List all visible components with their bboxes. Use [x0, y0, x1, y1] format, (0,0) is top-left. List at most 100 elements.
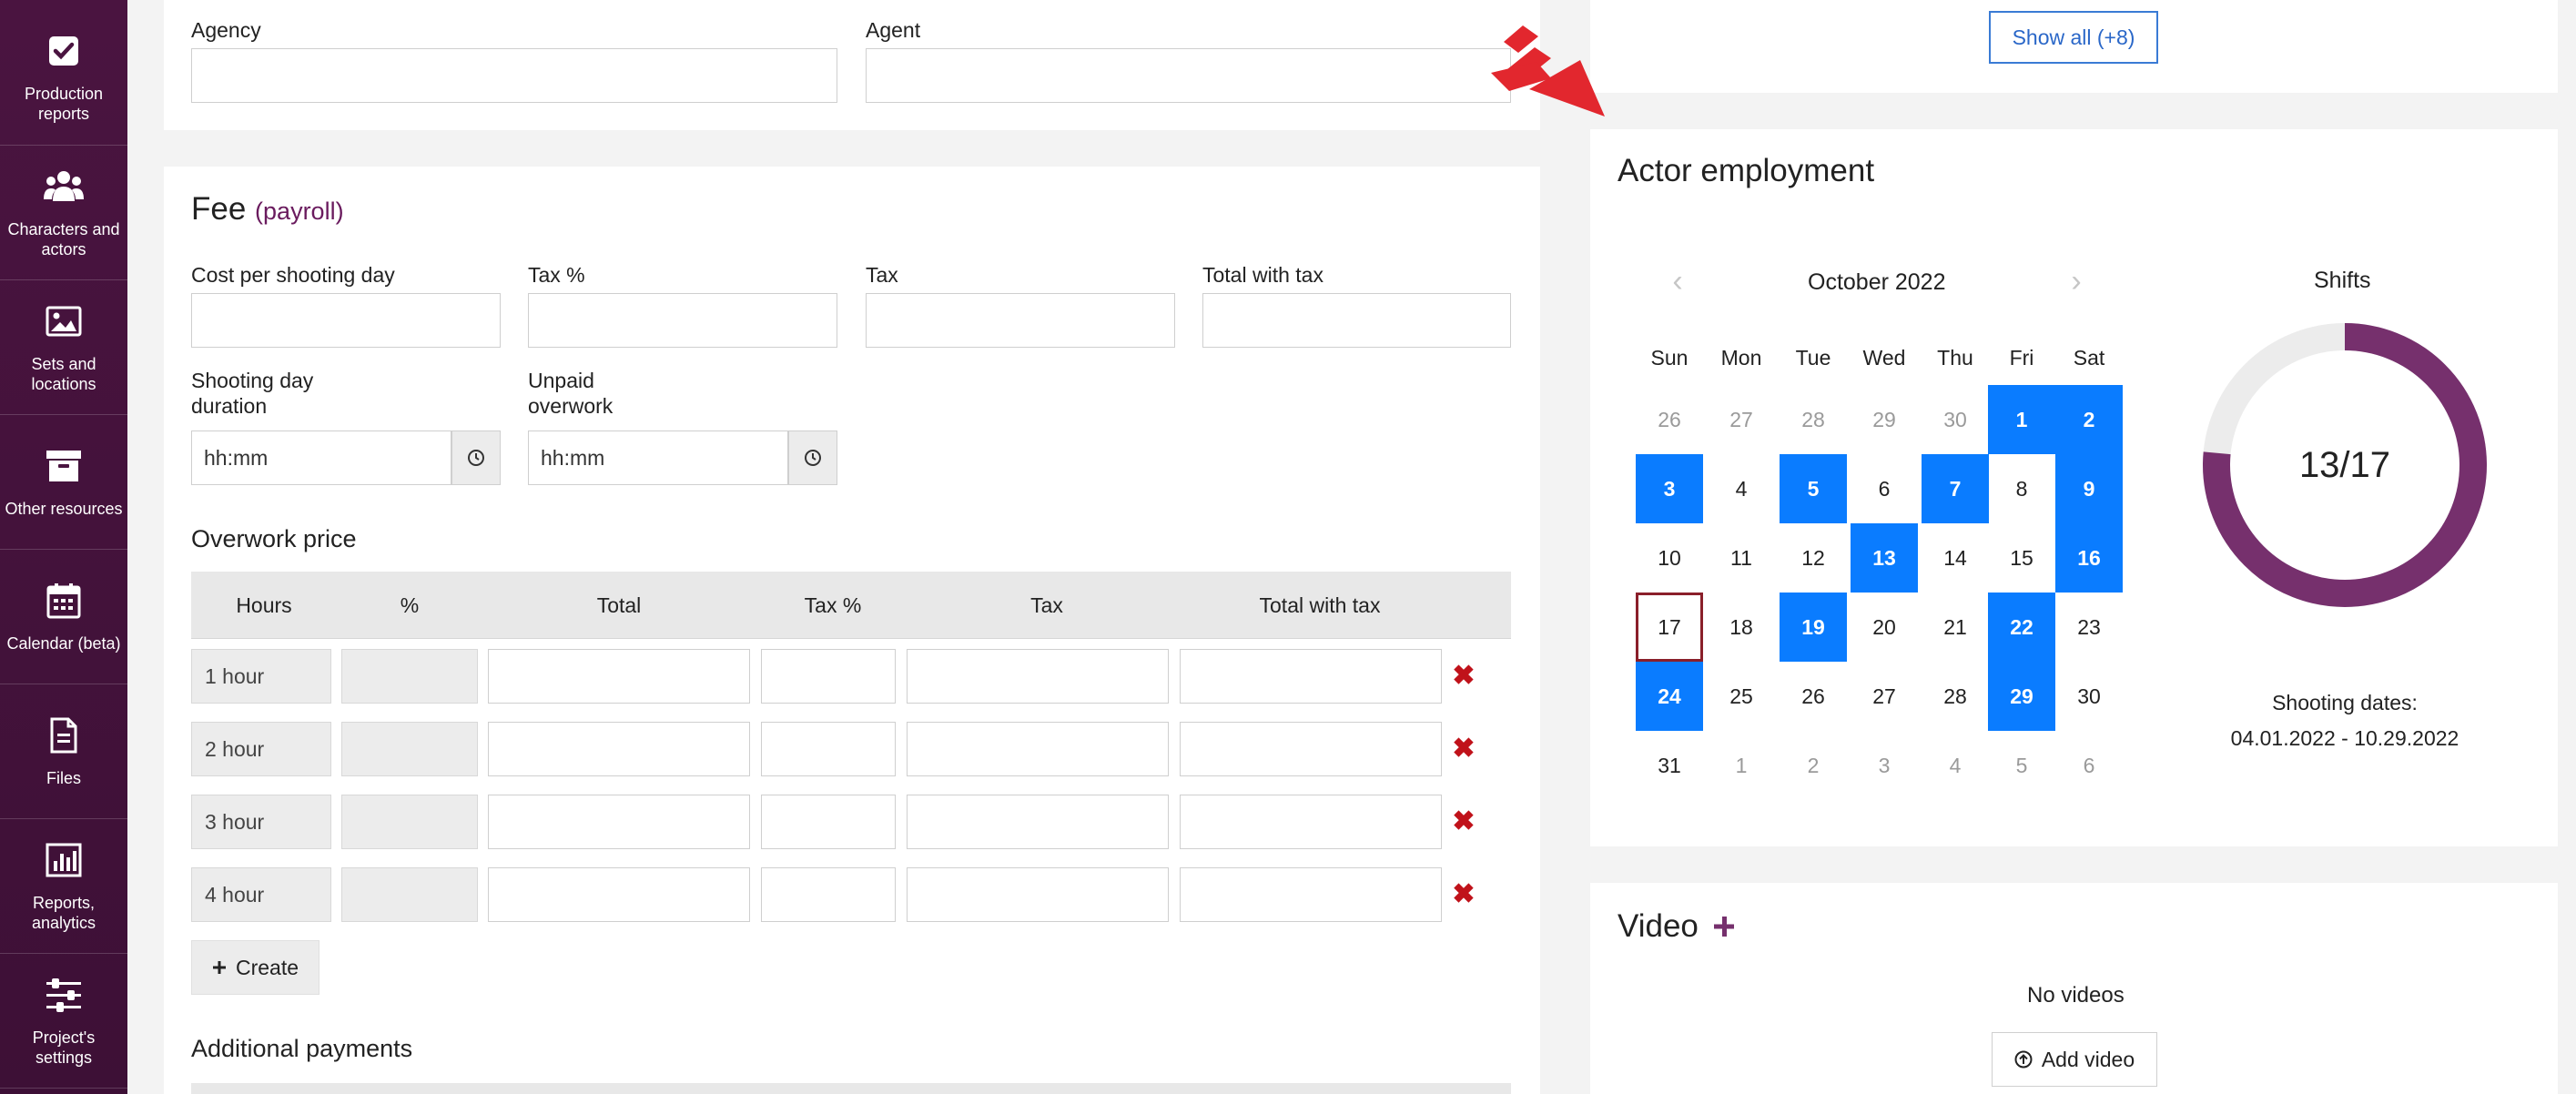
overwork-total-with-tax-input[interactable]: [1180, 795, 1442, 849]
calendar-day[interactable]: 2: [2055, 385, 2123, 454]
overwork-tax-input[interactable]: [907, 649, 1169, 704]
agent-input[interactable]: [866, 48, 1511, 103]
overwork-table-header: Hours % Total Tax % Tax Total with tax: [191, 572, 1511, 639]
delete-row-icon[interactable]: ✖: [1452, 663, 1476, 690]
sidebar-item-files[interactable]: Files: [0, 684, 127, 819]
duration-clock-button[interactable]: [451, 431, 501, 485]
calendar-day[interactable]: 13: [1851, 523, 1918, 593]
sidebar: Production reports Characters and actors…: [0, 0, 127, 1094]
calendar-day[interactable]: 11: [1708, 523, 1775, 593]
calendar-day[interactable]: 6: [2055, 731, 2123, 800]
calendar-day[interactable]: 15: [1988, 523, 2055, 593]
col-total: Total: [596, 593, 642, 617]
overwork-total-with-tax-input[interactable]: [1180, 867, 1442, 922]
next-month-button[interactable]: ›: [2063, 266, 2090, 297]
calendar-day[interactable]: 20: [1851, 593, 1918, 662]
calendar-day[interactable]: 6: [1851, 454, 1918, 523]
calendar-day[interactable]: 29: [1988, 662, 2055, 731]
overwork-tax-percent-input[interactable]: [761, 649, 896, 704]
chevron-right-icon: ›: [2071, 264, 2082, 299]
calendar-day[interactable]: 18: [1708, 593, 1775, 662]
delete-row-icon[interactable]: ✖: [1452, 735, 1476, 763]
add-video-button[interactable]: Add video: [1992, 1032, 2157, 1087]
calendar-day[interactable]: 9: [2055, 454, 2123, 523]
calendar-day[interactable]: 1: [1988, 385, 2055, 454]
calendar-day[interactable]: 8: [1988, 454, 2055, 523]
calendar-day[interactable]: 28: [1922, 662, 1989, 731]
calendar-day[interactable]: 16: [2055, 523, 2123, 593]
calendar-day[interactable]: 3: [1851, 731, 1918, 800]
calendar-day[interactable]: 30: [2055, 662, 2123, 731]
calendar-day[interactable]: 17: [1636, 593, 1703, 662]
calendar-day[interactable]: 31: [1636, 731, 1703, 800]
create-button[interactable]: Create: [191, 940, 319, 995]
agency-label: Agency: [191, 18, 261, 42]
calendar-day[interactable]: 30: [1922, 385, 1989, 454]
fee-title-text: Fee: [191, 191, 247, 227]
sidebar-item-other-resources[interactable]: Other resources: [0, 415, 127, 550]
calendar-day[interactable]: 26: [1780, 662, 1847, 731]
prev-month-button[interactable]: ‹: [1664, 266, 1691, 297]
calendar-day[interactable]: 12: [1780, 523, 1847, 593]
sidebar-item-calendar[interactable]: Calendar (beta): [0, 550, 127, 684]
total-input[interactable]: [1202, 293, 1511, 348]
overwork-percent-input[interactable]: [341, 649, 478, 704]
delete-row-icon[interactable]: ✖: [1452, 808, 1476, 836]
overwork-total-input[interactable]: [488, 649, 750, 704]
col-tax: Tax: [1030, 593, 1063, 617]
sliders-icon: [44, 975, 84, 1015]
calendar-day[interactable]: 29: [1851, 385, 1918, 454]
overwork-percent-input[interactable]: [341, 795, 478, 849]
calendar-day[interactable]: 27: [1851, 662, 1918, 731]
cost-input[interactable]: [191, 293, 501, 348]
overwork-tax-percent-input[interactable]: [761, 722, 896, 776]
show-all-button[interactable]: Show all (+8): [1989, 11, 2158, 64]
overwork-total-input[interactable]: [488, 867, 750, 922]
overwork-percent-input[interactable]: [341, 722, 478, 776]
overwork-total-input[interactable]: [488, 722, 750, 776]
calendar-day[interactable]: 3: [1636, 454, 1703, 523]
calendar-day[interactable]: 28: [1780, 385, 1847, 454]
overwork-tax-input[interactable]: [907, 795, 1169, 849]
calendar-day[interactable]: 14: [1922, 523, 1989, 593]
sidebar-item-reports[interactable]: Reports, analytics: [0, 819, 127, 954]
calendar-day[interactable]: 24: [1636, 662, 1703, 731]
overwork-total-with-tax-input[interactable]: [1180, 722, 1442, 776]
calendar-day[interactable]: 5: [1780, 454, 1847, 523]
unpaid-clock-button[interactable]: [788, 431, 837, 485]
calendar-day[interactable]: 22: [1988, 593, 2055, 662]
overwork-total-with-tax-input[interactable]: [1180, 649, 1442, 704]
overwork-percent-input[interactable]: [341, 867, 478, 922]
calendar-day[interactable]: 26: [1636, 385, 1703, 454]
calendar-day[interactable]: 4: [1922, 731, 1989, 800]
upload-circle-icon: [2014, 1050, 2033, 1069]
overwork-tax-input[interactable]: [907, 867, 1169, 922]
unpaid-label-line2: overwork: [528, 394, 614, 418]
add-video-plus-icon[interactable]: [1713, 916, 1735, 937]
overwork-tax-input[interactable]: [907, 722, 1169, 776]
sidebar-item-characters[interactable]: Characters and actors: [0, 146, 127, 280]
calendar-day[interactable]: 2: [1780, 731, 1847, 800]
calendar-day[interactable]: 19: [1780, 593, 1847, 662]
sidebar-item-sets[interactable]: Sets and locations: [0, 280, 127, 415]
calendar-day[interactable]: 5: [1988, 731, 2055, 800]
overwork-total-input[interactable]: [488, 795, 750, 849]
tax-percent-input[interactable]: [528, 293, 837, 348]
sidebar-item-production-reports[interactable]: Production reports: [0, 0, 127, 146]
total-label: Total with tax: [1202, 263, 1323, 287]
calendar-day[interactable]: 7: [1922, 454, 1989, 523]
calendar-day[interactable]: 1: [1708, 731, 1775, 800]
calendar-day[interactable]: 10: [1636, 523, 1703, 593]
calendar-day[interactable]: 25: [1708, 662, 1775, 731]
agency-input[interactable]: [191, 48, 837, 103]
video-title-text: Video: [1618, 908, 1699, 944]
tax-input[interactable]: [866, 293, 1175, 348]
calendar-day[interactable]: 21: [1922, 593, 1989, 662]
overwork-tax-percent-input[interactable]: [761, 795, 896, 849]
delete-row-icon[interactable]: ✖: [1452, 881, 1476, 908]
calendar-day[interactable]: 27: [1708, 385, 1775, 454]
sidebar-item-project-settings[interactable]: Project's settings: [0, 954, 127, 1089]
calendar-day[interactable]: 23: [2055, 593, 2123, 662]
overwork-tax-percent-input[interactable]: [761, 867, 896, 922]
calendar-day[interactable]: 4: [1708, 454, 1775, 523]
